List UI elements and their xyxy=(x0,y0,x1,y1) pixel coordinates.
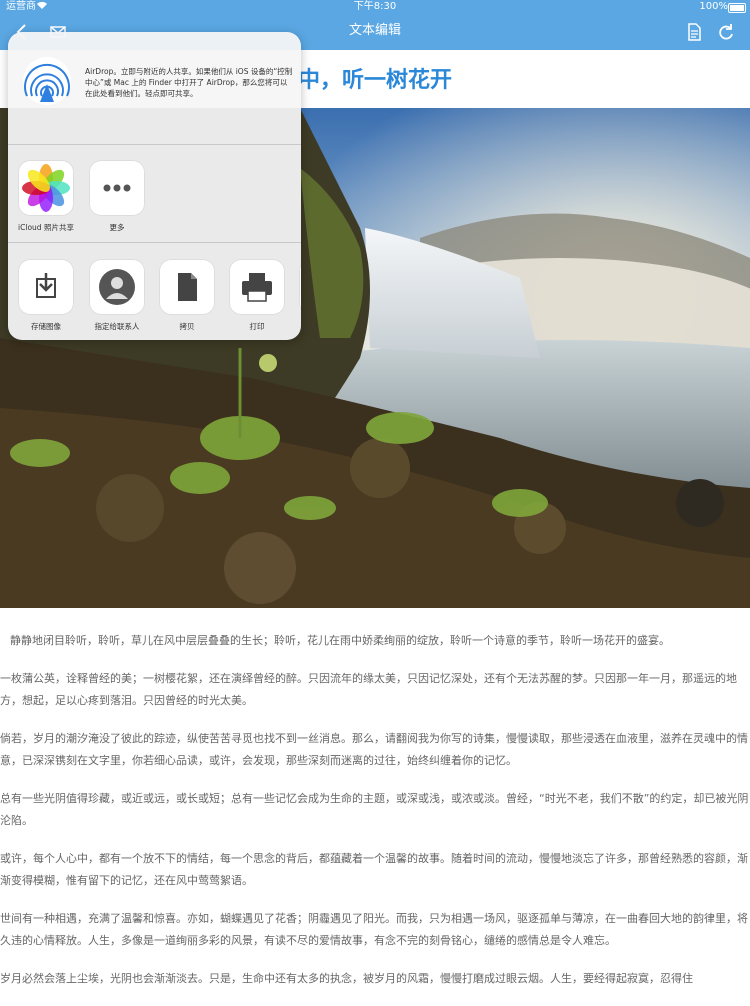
more-icon xyxy=(103,184,131,192)
share-sheet: AirDrop。立即与附近的人共享。如果他们从 iOS 设备的“控制中心”或 M… xyxy=(8,32,301,340)
share-app-row: iCloud 照片共享 更多 xyxy=(8,144,301,242)
article-paragraph: 总有一些光阴值得珍藏，或近或远，或长或短；总有一些记忆会成为生命的主题，或深或浅… xyxy=(0,792,749,827)
share-action-assign-contact[interactable] xyxy=(89,259,145,315)
refresh-icon[interactable] xyxy=(716,22,736,42)
article-body: 静静地闭目聆听，聆听，草儿在风中层层叠叠的生长；聆听，花儿在雨中娇柔绚丽的绽放，… xyxy=(0,630,750,1006)
share-action-partial[interactable] xyxy=(299,259,301,315)
article-paragraph: 岁月必然会落上尘埃，光阴也会渐渐淡去。只是，生命中还有太多的执念，被岁月的风霜，… xyxy=(0,972,693,985)
photos-icon xyxy=(22,164,70,212)
contact-icon xyxy=(99,269,135,305)
document-icon[interactable] xyxy=(684,22,704,42)
save-image-icon xyxy=(36,273,56,298)
share-item-icloud-photos[interactable] xyxy=(18,160,74,216)
share-action-save-image[interactable] xyxy=(18,259,74,315)
print-icon xyxy=(242,273,272,302)
share-action-copy[interactable] xyxy=(159,259,215,315)
share-action-print[interactable] xyxy=(229,259,285,315)
airdrop-icon xyxy=(22,56,72,106)
airdrop-section[interactable]: AirDrop。立即与附近的人共享。如果他们从 iOS 设备的“控制中心”或 M… xyxy=(8,32,301,144)
article-paragraph: 世间有一种相遇，充满了温馨和惊喜。亦如，蝴蝶遇见了花香；阴霾遇见了阳光。而我，只… xyxy=(0,912,748,947)
share-item-label: 更多 xyxy=(109,223,125,232)
article-paragraph: 或许，每个人心中，都有一个放不下的情结，每一个思念的背后，都蕴藏着一个温馨的故事… xyxy=(0,852,748,887)
battery-icon xyxy=(728,3,746,13)
status-bar: 运营商 下午8:30 100% xyxy=(0,0,750,14)
share-action-label: 打印 xyxy=(249,322,265,331)
status-time: 下午8:30 xyxy=(353,1,397,12)
airdrop-description: AirDrop。立即与附近的人共享。如果他们从 iOS 设备的“控制中心”或 M… xyxy=(85,67,293,98)
share-action-row: 存储图像 指定给联系人 拷贝 打印 xyxy=(8,243,301,340)
article-paragraph: 静静地闭目聆听，聆听，草儿在风中层层叠叠的生长；聆听，花儿在雨中娇柔绚丽的绽放，… xyxy=(10,634,670,647)
battery-percent: 100% xyxy=(699,1,728,12)
share-item-more[interactable] xyxy=(89,160,145,216)
copy-icon xyxy=(178,273,197,301)
article-paragraph: 倘若，岁月的潮汐淹没了彼此的踪迹，纵使苦苦寻觅也找不到一丝消息。那么，请翻阅我为… xyxy=(0,732,748,767)
article-paragraph: 一枚蒲公英，诠释曾经的美；一树樱花絮，还在演绎曾经的醉。只因流年的缘太美，只因记… xyxy=(0,672,737,707)
